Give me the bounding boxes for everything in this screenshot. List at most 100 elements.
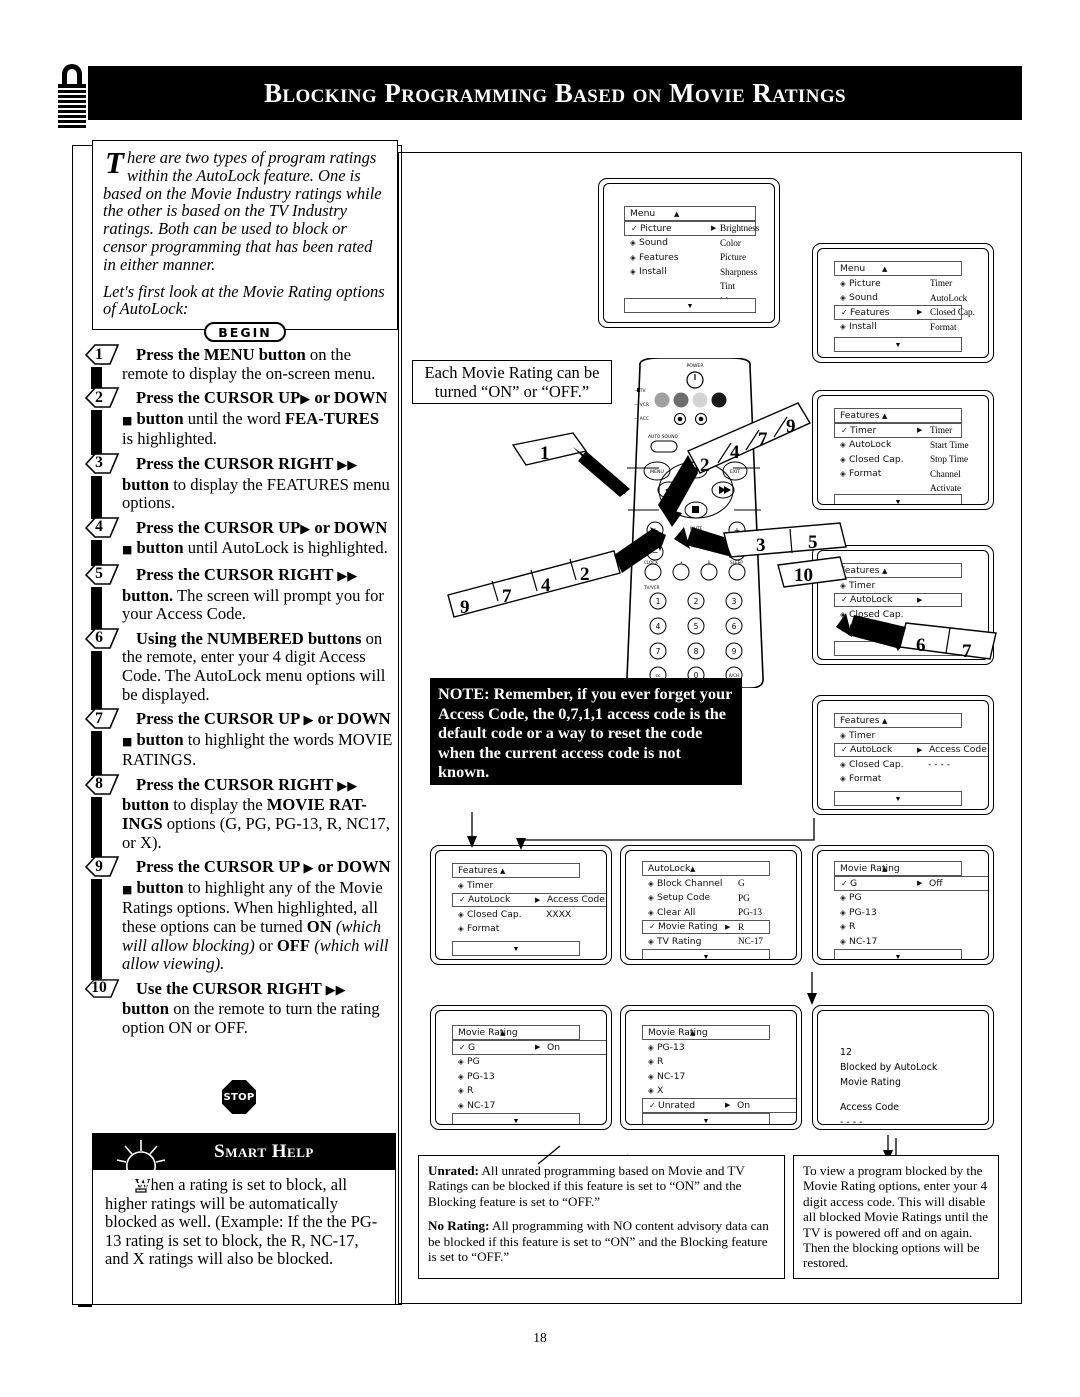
- osd-submenu-item[interactable]: PG: [738, 891, 765, 906]
- svg-text:7: 7: [656, 647, 661, 656]
- osd-menu: Features ▲ ◈ Timer ✓ AutoLock ▶ Access Code ◈ Clo…: [834, 713, 988, 787]
- osd-title-text: Movie Rating: [840, 863, 900, 874]
- osd-submenu-item[interactable]: Sharpness: [720, 265, 759, 280]
- osd-submenu-item[interactable]: Start Time: [930, 438, 969, 453]
- chevron-right-icon: ▶: [917, 745, 923, 754]
- osd-row-label: Clear All: [657, 906, 696, 918]
- osd-row[interactable]: ◈ NC-17: [452, 1098, 580, 1113]
- osd-row[interactable]: ◈ Closed Cap. XXXX: [452, 907, 606, 922]
- osd-row[interactable]: ◈ Closed Cap.: [834, 607, 962, 622]
- osd-row-label: G: [468, 1041, 476, 1053]
- svg-text:EXIT: EXIT: [730, 469, 740, 475]
- manual-page: Blocking Programming Based on Movie Rati…: [0, 0, 1080, 1397]
- osd-row[interactable]: ◈ PG: [452, 1055, 580, 1070]
- checkmark-icon: ✓: [631, 223, 638, 233]
- osd-row[interactable]: ◈ Timer: [452, 878, 580, 893]
- osd-submenu-item[interactable]: Picture: [720, 250, 759, 265]
- osd-row[interactable]: ◈ Timer: [834, 578, 962, 593]
- osd-row-value: Access Code: [547, 894, 605, 906]
- osd-submenu-item[interactable]: Stop Time: [930, 452, 969, 467]
- osd-submenu-item[interactable]: G: [738, 876, 765, 891]
- osd-submenu-item[interactable]: PG-13: [738, 905, 765, 920]
- osd-submenu-item[interactable]: Timer: [930, 423, 969, 438]
- chevron-right-icon: ▶: [917, 426, 923, 435]
- scroll-down-bar[interactable]: ▼: [834, 641, 962, 656]
- osd-row[interactable]: ◈ PG-13: [834, 905, 962, 920]
- osd-row[interactable]: ◈ Timer: [834, 728, 962, 743]
- osd-menu: Movie Rating ▲ ◈ PG-13 ◈ R ◈ NC-17 ◈ X ✓ Unrated ▶ On…: [642, 1025, 796, 1124]
- osd-submenu-item[interactable]: AutoLock: [930, 291, 975, 306]
- osd-row-label: Format: [849, 773, 882, 785]
- osd-row[interactable]: ✓ Unrated ▶ On: [642, 1098, 796, 1113]
- osd-row[interactable]: ◈ Format: [834, 772, 962, 787]
- osd-submenu-item[interactable]: R: [738, 920, 765, 935]
- osd-row-label: Timer: [467, 879, 494, 891]
- osd-row[interactable]: ✓ AutoLock ▶: [834, 592, 962, 607]
- osd-title: Movie Rating ▲: [642, 1025, 770, 1040]
- stop-badge: STOP: [222, 1080, 256, 1114]
- scroll-down-bar[interactable]: ▼: [452, 941, 580, 956]
- scroll-up-icon: ▲: [882, 566, 888, 575]
- osd-row[interactable]: ◈ PG: [834, 891, 962, 906]
- step-connector-bar: [91, 731, 102, 776]
- scroll-up-icon: ▲: [882, 864, 888, 873]
- osd-submenu-item[interactable]: Format: [930, 320, 975, 335]
- osd-row-label: G: [850, 877, 858, 889]
- osd-row[interactable]: ◈X: [642, 1084, 770, 1099]
- svg-text:−: −: [734, 548, 741, 557]
- blocked-message-lines: 12 Blocked by AutoLock Movie Rating Acce…: [840, 1045, 937, 1124]
- osd-row-label: NC-17: [657, 1070, 686, 1082]
- osd-row-label: Picture: [849, 277, 881, 289]
- osd-row[interactable]: ◈ Format: [834, 622, 962, 637]
- osd-menu: Movie Rating▲✓G▶On◈PG◈PG-13◈R◈NC-17◈X: [452, 1025, 606, 1124]
- osd-submenu-item[interactable]: Closed Cap.: [930, 305, 975, 320]
- osd-row[interactable]: ◈ PG-13: [452, 1069, 580, 1084]
- osd-menu: Movie Rating▲✓G▶Off◈PG◈PG-13◈R◈NC-17◈X: [834, 861, 988, 959]
- osd-row[interactable]: ◈ R: [834, 920, 962, 935]
- scroll-down-icon: ▼: [512, 1116, 520, 1125]
- scroll-down-bar[interactable]: ▼: [834, 791, 962, 806]
- osd-row[interactable]: ✓ AutoLock ▶ Access Code: [834, 742, 988, 757]
- osd-submenu-item[interactable]: Tint: [720, 279, 759, 294]
- blocked-line-channel: 12: [840, 1047, 852, 1058]
- scroll-down-bar[interactable]: ▼: [642, 1113, 770, 1124]
- osd-row[interactable]: ✓ AutoLock ▶ Access Code: [452, 892, 606, 907]
- step-connector-bar: [91, 796, 102, 859]
- osd-row-label: R: [657, 1056, 664, 1068]
- osd-row[interactable]: ◈ Format: [452, 922, 580, 937]
- osd-submenu-item[interactable]: Channel: [930, 467, 969, 482]
- osd-row[interactable]: ◈ NC-17: [642, 1069, 770, 1084]
- scroll-down-bar[interactable]: ▼: [452, 1113, 580, 1125]
- osd-row-label: NC-17: [467, 1099, 496, 1111]
- scroll-down-bar[interactable]: ▼: [834, 494, 962, 504]
- svg-text:1: 1: [656, 597, 661, 606]
- osd-row[interactable]: ✓ G ▶ On: [452, 1040, 606, 1055]
- osd-submenu-item[interactable]: Timer: [930, 276, 975, 291]
- osd-submenu-item[interactable]: Brightness: [720, 221, 759, 236]
- scroll-down-bar[interactable]: ▼: [642, 949, 770, 959]
- svg-text:CH: CH: [750, 540, 757, 546]
- diamond-bullet-icon: ◈: [648, 878, 654, 888]
- osd-submenu-item[interactable]: Color: [720, 236, 759, 251]
- osd-row-value: Off: [929, 877, 943, 889]
- svg-text:PICTURE: PICTURE: [725, 434, 744, 440]
- step-number: 5: [95, 565, 103, 583]
- scroll-down-bar[interactable]: ▼: [834, 949, 962, 959]
- osd-row[interactable]: ◈ Closed Cap. - - - -: [834, 757, 988, 772]
- osd-row[interactable]: ◈ R: [452, 1084, 580, 1099]
- osd-submenu-item[interactable]: NC-17: [738, 934, 765, 949]
- lightbulb-icon: [107, 1138, 193, 1202]
- osd-row[interactable]: ◈ PG-13: [642, 1040, 770, 1055]
- scroll-down-bar[interactable]: ▼: [624, 298, 756, 313]
- checkmark-icon: ✓: [841, 307, 848, 317]
- checkmark-icon: ✓: [841, 425, 848, 435]
- osd-row-label: Format: [849, 468, 882, 480]
- smart-help-title: Smart Help: [214, 1141, 314, 1162]
- osd-row[interactable]: ◈ R: [642, 1055, 770, 1070]
- osd-row-label: R: [467, 1085, 474, 1097]
- remote-control: POWER — TV — VCR — ACC AUTO SOUND PICTUR…: [600, 358, 790, 688]
- tv-screen-autolock-menu: AutoLock ▲ ◈ Block Channel ◈ Setup Code ◈ Clear…: [620, 845, 802, 965]
- osd-row[interactable]: ✓ G ▶ Off: [834, 876, 988, 891]
- scroll-down-bar[interactable]: ▼: [834, 337, 962, 352]
- osd-row[interactable]: ◈ NC-17: [834, 934, 962, 949]
